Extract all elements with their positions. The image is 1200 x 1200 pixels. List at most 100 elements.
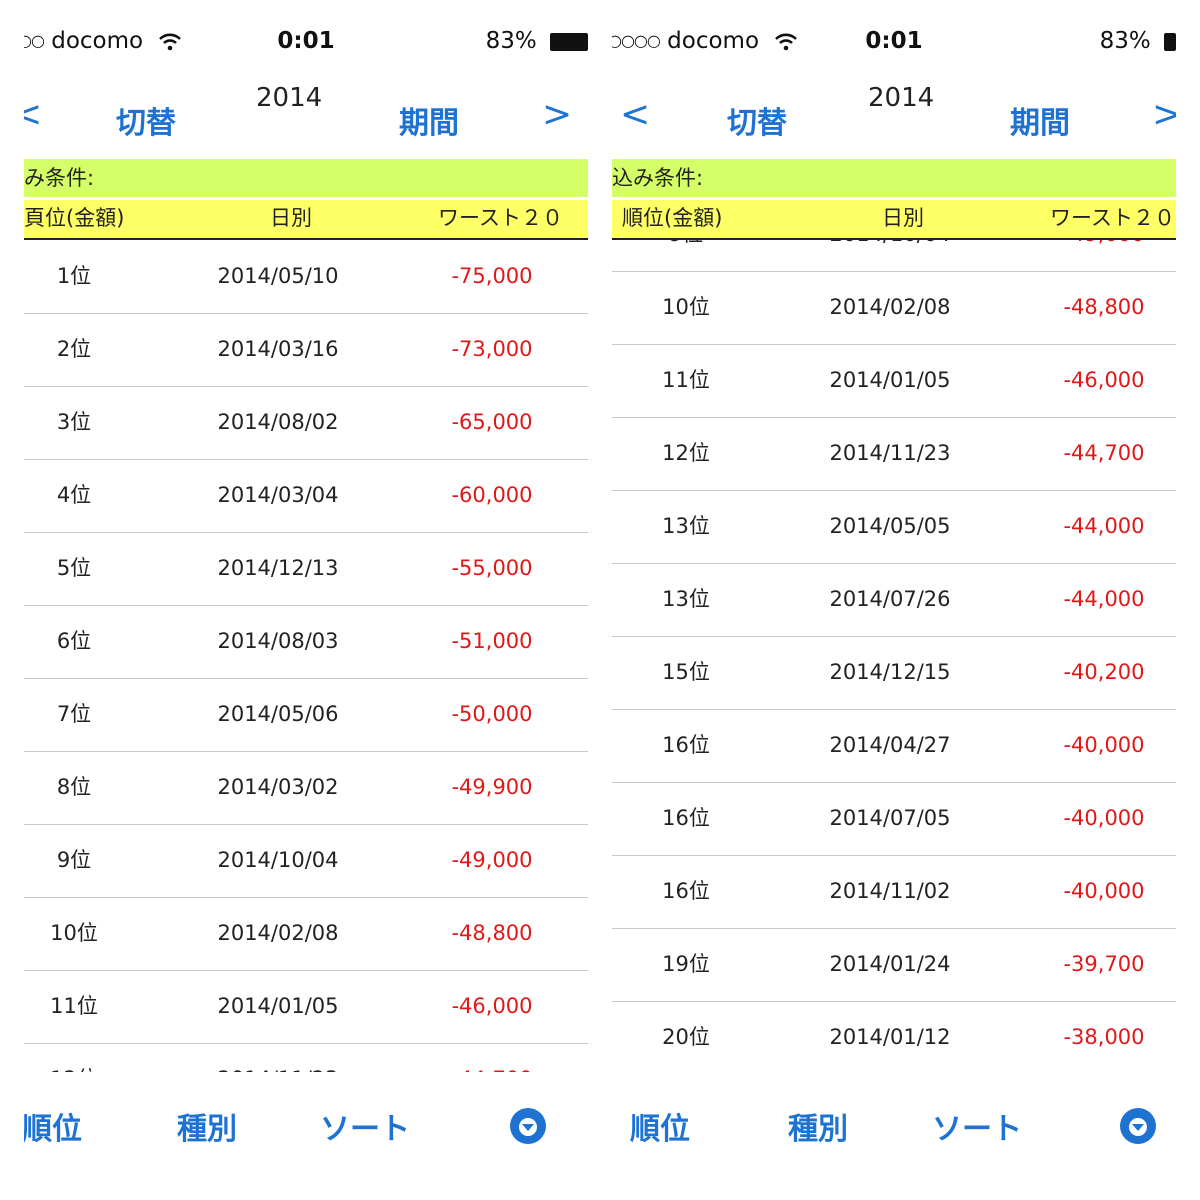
amount-cell: -73,000 <box>451 337 533 361</box>
rank-cell: 20位 <box>662 1025 710 1049</box>
table-row[interactable]: 10位 2014/02/08 -48,800 <box>24 897 588 971</box>
table-row[interactable]: 9位 2014/10/04 -49,000 <box>612 240 1176 272</box>
type-tab-button[interactable]: 種別 <box>177 1104 237 1148</box>
rank-cell: 6位 <box>56 629 92 653</box>
date-cell: 2014/02/08 <box>217 921 339 945</box>
table-row[interactable]: 7位 2014/05/06 -50,000 <box>24 678 588 752</box>
period-button[interactable]: 期間 <box>1010 98 1070 142</box>
rank-cell: 5位 <box>56 556 92 580</box>
amount-cell: -51,000 <box>451 629 533 653</box>
amount-cell: -44,700 <box>412 1043 572 1072</box>
date-cell: 2014/01/12 <box>829 1025 951 1049</box>
prev-arrow-button[interactable]: < <box>620 94 650 135</box>
screen-right: ○○○○ docomo 0:01 83% < 切替 2014 期間 > 込み条件… <box>612 0 1176 1200</box>
table-row[interactable]: 16位 2014/11/02 -40,000 <box>612 855 1176 929</box>
date-cell: 2014/12/15 <box>829 660 951 684</box>
table-row[interactable]: 20位 2014/01/12 -38,000 <box>612 1001 1176 1072</box>
rank-cell: 7位 <box>56 702 92 726</box>
table-row[interactable]: 11位 2014/01/05 -46,000 <box>612 344 1176 418</box>
bottom-toolbar: 順位 種別 ソート <box>24 1090 588 1160</box>
table-row[interactable]: 6位 2014/08/03 -51,000 <box>24 605 588 679</box>
table-row[interactable]: 12位 2014/11/23 -44,700 <box>24 1043 588 1072</box>
rank-cell: 10位 <box>662 295 710 319</box>
rank-cell: 15位 <box>662 660 710 684</box>
date-cell: 2014/12/13 <box>217 556 339 580</box>
column-header: 頁位(金額) 日別 ワースト２０ <box>24 200 588 240</box>
column-header: 順位(金額) 日別 ワースト２０ <box>612 200 1176 240</box>
table-row[interactable]: 16位 2014/04/27 -40,000 <box>612 709 1176 783</box>
period-button[interactable]: 期間 <box>399 98 459 142</box>
screen-left: ○○ docomo 0:01 83% < 切替 2014 期間 > み条件: 頁… <box>24 0 588 1200</box>
table-row[interactable]: 1位 2014/05/10 -75,000 <box>24 240 588 314</box>
date-cell: 2014/03/02 <box>217 775 339 799</box>
date-cell: 2014/11/02 <box>829 879 951 903</box>
battery-percent: 83% <box>1099 28 1151 54</box>
rank-tab-button[interactable]: 順位 <box>24 1104 82 1148</box>
table-row[interactable]: 4位 2014/03/04 -60,000 <box>24 459 588 533</box>
date-cell: 2014/05/10 <box>217 264 339 288</box>
amount-cell: -38,000 <box>1063 1025 1145 1049</box>
table-row[interactable]: 15位 2014/12/15 -40,200 <box>612 636 1176 710</box>
rank-cell: 9位 <box>636 240 736 271</box>
table-row[interactable]: 5位 2014/12/13 -55,000 <box>24 532 588 606</box>
status-bar: ○○ docomo 0:01 83% <box>24 28 588 62</box>
amount-cell: -40,000 <box>1063 733 1145 757</box>
rank-cell: 11位 <box>662 368 710 392</box>
rank-cell: 3位 <box>56 410 92 434</box>
table-row[interactable]: 12位 2014/11/23 -44,700 <box>612 417 1176 491</box>
table-row[interactable]: 8位 2014/03/02 -49,900 <box>24 751 588 825</box>
rank-cell: 16位 <box>662 879 710 903</box>
battery-icon <box>550 32 588 51</box>
sort-tab-button[interactable]: ソート <box>932 1104 1022 1148</box>
date-cell: 2014/05/05 <box>829 514 951 538</box>
rank-cell: 9位 <box>56 848 92 872</box>
amount-cell: -55,000 <box>451 556 533 580</box>
date-cell: 2014/03/04 <box>217 483 339 507</box>
table-row[interactable]: 13位 2014/07/26 -44,000 <box>612 563 1176 637</box>
next-arrow-button[interactable]: > <box>542 94 572 135</box>
date-cell: 2014/11/23 <box>178 1043 378 1072</box>
sort-tab-button[interactable]: ソート <box>320 1104 410 1148</box>
rank-tab-button[interactable]: 順位 <box>630 1104 690 1148</box>
table-row[interactable]: 10位 2014/02/08 -48,800 <box>612 271 1176 345</box>
bottom-toolbar: 順位 種別 ソート <box>612 1090 1176 1160</box>
date-cell: 2014/11/23 <box>829 441 951 465</box>
filter-label: み条件: <box>24 166 95 190</box>
table-row[interactable]: 19位 2014/01/24 -39,700 <box>612 928 1176 1002</box>
chevron-circle-down-icon[interactable] <box>1120 1108 1156 1144</box>
table-row[interactable]: 11位 2014/01/05 -46,000 <box>24 970 588 1044</box>
column-rank: 頁位(金額) <box>24 206 125 230</box>
status-bar: ○○○○ docomo 0:01 83% <box>612 28 1176 62</box>
date-cell: 2014/04/27 <box>829 733 951 757</box>
rank-cell: 11位 <box>50 994 98 1018</box>
table-row[interactable]: 16位 2014/07/05 -40,000 <box>612 782 1176 856</box>
year-title: 2014 <box>868 83 935 113</box>
column-worst: ワースト２０ <box>438 206 563 230</box>
table-row[interactable]: 9位 2014/10/04 -49,000 <box>24 824 588 898</box>
amount-cell: -46,000 <box>1063 368 1145 392</box>
filter-bar[interactable]: み条件: <box>24 159 588 197</box>
nav-bar: < 切替 2014 期間 > <box>612 80 1176 150</box>
column-rank: 順位(金額) <box>622 206 723 230</box>
prev-arrow-button[interactable]: < <box>24 94 42 135</box>
chevron-circle-down-icon[interactable] <box>510 1108 546 1144</box>
table-row[interactable]: 3位 2014/08/02 -65,000 <box>24 386 588 460</box>
rank-cell: 2位 <box>56 337 92 361</box>
rank-cell: 16位 <box>662 733 710 757</box>
amount-cell: -46,000 <box>451 994 533 1018</box>
rank-cell: 13位 <box>662 514 710 538</box>
date-cell: 2014/05/06 <box>217 702 339 726</box>
switch-button[interactable]: 切替 <box>116 98 176 142</box>
amount-cell: -65,000 <box>451 410 533 434</box>
amount-cell: -44,000 <box>1063 587 1145 611</box>
table-row[interactable]: 13位 2014/05/05 -44,000 <box>612 490 1176 564</box>
next-arrow-button[interactable]: > <box>1152 94 1176 135</box>
battery-icon <box>1164 32 1176 51</box>
switch-button[interactable]: 切替 <box>727 98 787 142</box>
filter-bar[interactable]: 込み条件: <box>612 159 1176 197</box>
table-row[interactable]: 2位 2014/03/16 -73,000 <box>24 313 588 387</box>
type-tab-button[interactable]: 種別 <box>788 1104 848 1148</box>
ranking-list[interactable]: 9位2014/10/04-49,00010位2014/02/08-48,8001… <box>612 240 1176 1072</box>
date-cell: 2014/02/08 <box>829 295 951 319</box>
ranking-list[interactable]: 1位 2014/05/10 -75,000 2位 2014/03/16 -73,000 3位… <box>24 240 588 1072</box>
